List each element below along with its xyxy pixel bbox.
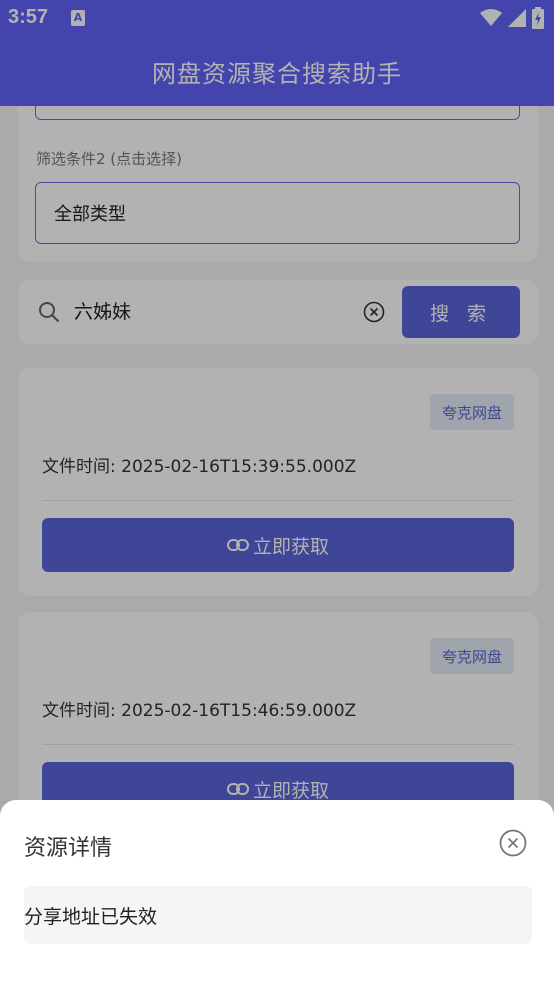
resource-detail-sheet: 资源详情 分享地址已失效 xyxy=(0,800,554,986)
sheet-title: 资源详情 xyxy=(24,836,113,861)
close-icon[interactable] xyxy=(498,828,528,858)
sheet-message: 分享地址已失效 xyxy=(24,905,158,928)
message-box: 分享地址已失效 xyxy=(24,886,532,944)
